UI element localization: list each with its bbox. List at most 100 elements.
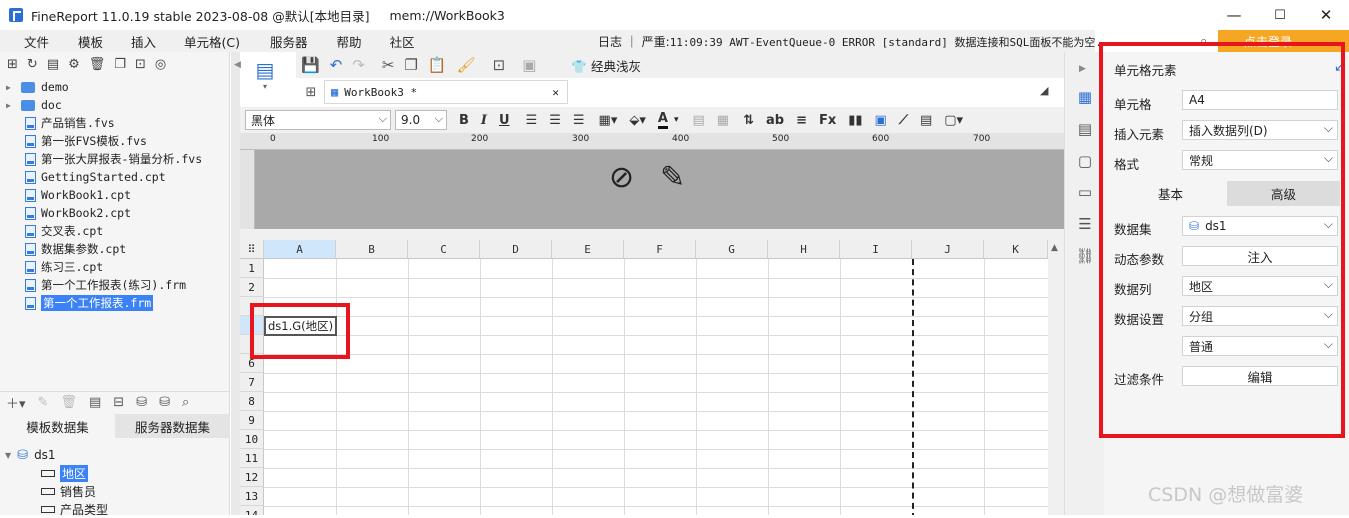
fill-color-icon[interactable]: ⬙▾ xyxy=(629,113,646,128)
sub-report-icon[interactable]: ▤ xyxy=(920,113,932,128)
expand-icon[interactable]: ▶ xyxy=(6,101,14,110)
remove-icon[interactable]: 🗑 xyxy=(60,395,77,410)
column-header-j[interactable]: J xyxy=(912,240,984,259)
field-item-selected[interactable]: 地区 xyxy=(41,464,89,482)
cut-icon[interactable]: ✂ xyxy=(382,56,395,74)
unmerge-cell-icon[interactable]: ▦ xyxy=(717,113,729,128)
font-size-select[interactable]: 9.0 ⌵ xyxy=(395,110,447,130)
row-header[interactable]: 1 xyxy=(240,259,264,278)
tree-file[interactable]: WorkBook1.cpt xyxy=(0,186,230,204)
field-item[interactable]: 销售员 xyxy=(41,482,96,500)
align-left-icon[interactable]: ☰ xyxy=(526,113,538,128)
column-header-h[interactable]: H xyxy=(768,240,840,259)
tree-file[interactable]: 第一个工作报表(练习).frm xyxy=(0,276,230,294)
menu-help[interactable]: 帮助 xyxy=(337,32,362,51)
text-format-icon[interactable]: ab xyxy=(766,113,784,128)
connection-icon[interactable]: ⊟ xyxy=(113,395,124,410)
tree-folder-doc[interactable]: ▶ doc xyxy=(0,96,230,114)
log-message[interactable]: 日志 ｜ 严重:11:09:39 AWT-EventQueue-0 ERROR … xyxy=(598,33,1102,50)
column-header-g[interactable]: G xyxy=(696,240,768,259)
font-family-select[interactable]: 黑体 ⌵ xyxy=(245,110,391,130)
align-center-icon[interactable]: ☰ xyxy=(549,113,561,128)
chevron-down-icon[interactable]: ▾ xyxy=(674,115,679,125)
collapse-right-icon[interactable]: ▶ xyxy=(1079,64,1086,74)
slash-icon[interactable]: ⟋ xyxy=(899,113,908,128)
data-column-icon[interactable]: ☰ xyxy=(1076,215,1094,233)
font-color-icon[interactable]: A xyxy=(657,111,668,129)
close-button[interactable]: ✕ xyxy=(1303,0,1349,30)
border-icon[interactable]: ▦▾ xyxy=(599,113,618,128)
column-header-f[interactable]: F xyxy=(624,240,696,259)
expand-icon[interactable]: ▶ xyxy=(6,83,14,92)
open-icon[interactable]: ▤ xyxy=(47,57,59,72)
dataset-node[interactable]: ▼ ⛁ ds1 xyxy=(5,446,56,464)
row-header[interactable]: 10 xyxy=(240,430,264,449)
menu-cell[interactable]: 单元格(C) xyxy=(184,32,240,51)
refresh-icon[interactable]: ↻ xyxy=(27,57,38,72)
widget-icon[interactable]: ▢ xyxy=(1076,152,1094,170)
minimize-button[interactable]: — xyxy=(1211,0,1257,30)
tree-file[interactable]: 练习三.cpt xyxy=(0,258,230,276)
tree-file[interactable]: 数据集参数.cpt xyxy=(0,240,230,258)
menu-template[interactable]: 模板 xyxy=(78,32,103,51)
underline-icon[interactable]: U xyxy=(499,113,510,128)
merge-cell-icon[interactable]: ▤ xyxy=(692,113,704,128)
image-icon[interactable]: ▣ xyxy=(522,56,536,74)
menu-server[interactable]: 服务器 xyxy=(270,32,308,51)
column-header-d[interactable]: D xyxy=(480,240,552,259)
cell-attribute-icon[interactable]: ▤ xyxy=(1076,120,1094,138)
tree-file[interactable]: 第一张大屏报表-销量分析.fvs xyxy=(0,150,230,168)
tree-file[interactable]: 交叉表.cpt xyxy=(0,222,230,240)
paragraph-icon[interactable]: ≡ xyxy=(796,113,807,128)
column-header-c[interactable]: C xyxy=(408,240,480,259)
row-header[interactable]: 7 xyxy=(240,373,264,392)
row-header[interactable]: 9 xyxy=(240,411,264,430)
copy-icon[interactable]: ❐ xyxy=(404,56,417,74)
condition-icon[interactable]: ▭ xyxy=(1076,183,1094,201)
locate-icon[interactable]: ◎ xyxy=(155,57,166,72)
bold-icon[interactable]: B xyxy=(459,113,469,128)
database-icon[interactable]: ⛁ xyxy=(136,395,147,410)
image-icon[interactable]: ▣ xyxy=(875,113,887,128)
text-box-icon[interactable]: ⊡ xyxy=(493,56,506,74)
save-icon[interactable]: 💾 xyxy=(301,56,320,74)
column-header-a[interactable]: A xyxy=(264,240,336,259)
column-header-k[interactable]: K xyxy=(984,240,1048,259)
lock-icon[interactable]: ⊡ xyxy=(135,57,146,72)
search-dataset-icon[interactable]: ⌕ xyxy=(182,395,189,410)
tab-server-dataset[interactable]: 服务器数据集 xyxy=(115,414,230,438)
redo-icon[interactable]: ↷ xyxy=(352,56,365,74)
column-header-e[interactable]: E xyxy=(552,240,624,259)
menu-community[interactable]: 社区 xyxy=(390,32,415,51)
row-header[interactable]: 8 xyxy=(240,392,264,411)
chart-icon[interactable]: ▮▮ xyxy=(848,113,862,128)
column-header-b[interactable]: B xyxy=(336,240,408,259)
row-header[interactable]: 12 xyxy=(240,468,264,487)
splitter[interactable] xyxy=(231,52,240,515)
scroll-up-icon[interactable]: ▲ xyxy=(1051,243,1058,253)
spreadsheet-grid[interactable]: ⠿ A B C D E F G H I J K 1 2 6 7 8 9 10 1… xyxy=(240,240,1048,515)
tab-close-icon[interactable]: ✕ xyxy=(552,86,559,99)
row-header[interactable]: 11 xyxy=(240,449,264,468)
tab-template-dataset[interactable]: 模板数据集 xyxy=(0,414,115,438)
row-header[interactable]: 13 xyxy=(240,487,264,506)
tree-file-selected[interactable]: 第一个工作报表.frm xyxy=(0,294,230,312)
cell-element-icon[interactable]: ▦ xyxy=(1076,88,1094,106)
grid-view-icon[interactable]: ⊞ xyxy=(300,80,322,104)
new-report-button[interactable]: ▤ ▾ xyxy=(252,58,278,92)
collapse-left-icon[interactable]: ◀ xyxy=(234,60,241,70)
italic-icon[interactable]: I xyxy=(481,113,487,128)
hyperlink-icon[interactable]: ⛓ xyxy=(1075,247,1094,265)
sort-icon[interactable]: ⇅ xyxy=(743,113,754,128)
new-folder-icon[interactable]: ⊞ xyxy=(7,57,18,72)
edit-icon[interactable]: ✎ xyxy=(38,395,49,410)
tree-file[interactable]: 第一张FVS模板.fvs xyxy=(0,132,230,150)
undo-icon[interactable]: ↶ xyxy=(330,56,343,74)
tree-folder-demo[interactable]: ▶ demo xyxy=(0,78,230,96)
field-item[interactable]: 产品类型 xyxy=(41,500,108,518)
tree-file[interactable]: WorkBook2.cpt xyxy=(0,204,230,222)
vertical-scrollbar[interactable]: ▲ xyxy=(1048,240,1064,515)
column-header-i[interactable]: I xyxy=(840,240,912,259)
formula-icon[interactable]: Fx xyxy=(819,113,836,128)
preview-icon[interactable]: ▤ xyxy=(89,395,101,410)
